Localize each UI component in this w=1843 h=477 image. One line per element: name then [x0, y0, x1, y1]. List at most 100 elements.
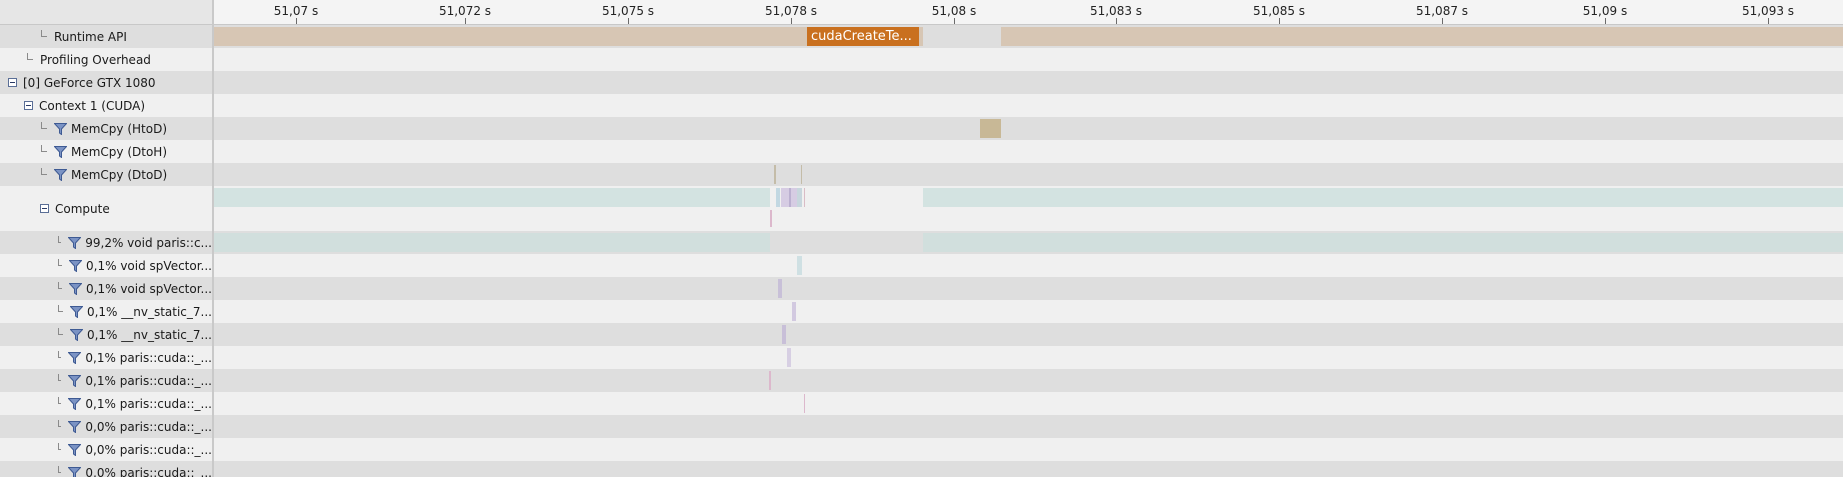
time-ruler[interactable]: 51,07 s 51,072 s 51,075 s 51,078 s 51,08…: [214, 0, 1843, 25]
tree-row-memcpy-htod[interactable]: MemCpy (HtoD): [0, 117, 212, 140]
ruler-tick-label: 51,07 s: [273, 4, 319, 18]
filter-icon[interactable]: [69, 305, 83, 318]
tree-row-kernel[interactable]: 0,0% paris::cuda::_...: [0, 461, 212, 477]
memcpy-dtod-event[interactable]: [774, 165, 776, 184]
tree-row-profiling-overhead[interactable]: Profiling Overhead: [0, 48, 212, 71]
kernel-event[interactable]: [782, 325, 786, 344]
tree-elbow-icon: [58, 236, 62, 243]
tree-elbow-icon: [58, 351, 62, 358]
timeline-row-kernel: [214, 323, 1843, 346]
filter-icon[interactable]: [69, 259, 83, 272]
tree-row-label: MemCpy (DtoH): [71, 144, 168, 159]
kernel-event[interactable]: [804, 394, 805, 413]
filter-icon[interactable]: [68, 466, 82, 477]
tree-elbow-icon: [58, 305, 63, 312]
filter-icon[interactable]: [54, 168, 67, 181]
kernel-bar[interactable]: [923, 233, 1843, 252]
runtime-api-bar[interactable]: [919, 27, 923, 46]
kernel-bar[interactable]: [214, 233, 770, 252]
filter-icon[interactable]: [68, 397, 82, 410]
memcpy-htod-event[interactable]: [980, 119, 1001, 138]
tree-row-label: Profiling Overhead: [40, 52, 151, 67]
runtime-api-bar[interactable]: [1001, 27, 1843, 46]
collapse-icon[interactable]: [24, 101, 33, 110]
ruler-tick-label: 51,083 s: [1089, 4, 1143, 18]
timeline-row-memcpy-dtoh: [214, 140, 1843, 163]
filter-icon[interactable]: [69, 328, 83, 341]
tree-row-kernel[interactable]: 0,1% paris::cuda::_...: [0, 346, 212, 369]
ruler-tick-label: 51,078 s: [764, 4, 818, 18]
tree-row-gpu[interactable]: [0] GeForce GTX 1080: [0, 71, 212, 94]
timeline-row-memcpy-dtod: [214, 163, 1843, 186]
kernel-event[interactable]: [769, 371, 771, 390]
timeline-row-gpu: [214, 71, 1843, 94]
ruler-tick-label: 51,085 s: [1252, 4, 1306, 18]
compute-event[interactable]: [797, 188, 802, 207]
tree-row-kernel[interactable]: 0,1% __nv_static_7...: [0, 300, 212, 323]
tree-row-label: 0,1% __nv_static_7...: [86, 327, 212, 342]
tree-row-kernel[interactable]: 0,1% void spVector...: [0, 254, 212, 277]
compute-event[interactable]: [789, 188, 791, 207]
tree-elbow-icon: [41, 122, 47, 129]
kernel-event[interactable]: [792, 302, 796, 321]
ruler-tick-label: 51,072 s: [438, 4, 492, 18]
compute-event[interactable]: [804, 188, 805, 207]
filter-icon[interactable]: [54, 145, 67, 158]
tree-row-label: 99,2% void paris::c...: [85, 235, 212, 250]
compute-bar[interactable]: [214, 188, 770, 207]
tree-elbow-icon: [58, 259, 63, 266]
filter-icon[interactable]: [68, 420, 82, 433]
compute-event[interactable]: [776, 188, 780, 207]
filter-icon[interactable]: [68, 443, 82, 456]
kernel-event[interactable]: [787, 348, 791, 367]
tree-elbow-icon: [58, 397, 62, 404]
tree-row-label: Compute: [55, 201, 110, 216]
collapse-icon[interactable]: [8, 78, 17, 87]
filter-icon[interactable]: [69, 282, 83, 295]
kernel-event[interactable]: [797, 256, 802, 275]
compute-event[interactable]: [770, 210, 772, 227]
timeline-row-memcpy-htod: [214, 117, 1843, 140]
ruler-tick-label: 51,087 s: [1415, 4, 1469, 18]
tree-row-kernel[interactable]: 0,0% paris::cuda::_...: [0, 415, 212, 438]
tree-elbow-icon: [58, 282, 63, 289]
memcpy-dtod-event[interactable]: [801, 165, 802, 184]
tree-elbow-icon: [58, 443, 62, 450]
tree-row-kernel[interactable]: 99,2% void paris::c...: [0, 231, 212, 254]
compute-bar[interactable]: [923, 188, 1843, 207]
timeline-row-kernel: [214, 369, 1843, 392]
filter-icon[interactable]: [68, 236, 82, 249]
timeline-row-kernel: [214, 231, 1843, 254]
tree-row-kernel[interactable]: 0,1% paris::cuda::_...: [0, 369, 212, 392]
runtime-api-call[interactable]: cudaCreateTe...: [807, 27, 919, 46]
timeline-tree: Runtime API Profiling Overhead [0] GeFor…: [0, 25, 212, 477]
tree-elbow-icon: [58, 420, 62, 427]
timeline-row-kernel: [214, 254, 1843, 277]
timeline-row-compute: [214, 186, 1843, 231]
collapse-icon[interactable]: [40, 204, 49, 213]
timeline-row-kernel: [214, 438, 1843, 461]
tree-row-memcpy-dtod[interactable]: MemCpy (DtoD): [0, 163, 212, 186]
filter-icon[interactable]: [68, 351, 82, 364]
timeline-canvas[interactable]: cudaCreateTe...: [214, 25, 1843, 477]
filter-icon[interactable]: [54, 122, 67, 135]
tree-row-kernel[interactable]: 0,1% void spVector...: [0, 277, 212, 300]
tree-row-label: 0,1% paris::cuda::_...: [85, 373, 212, 388]
tree-row-memcpy-dtoh[interactable]: MemCpy (DtoH): [0, 140, 212, 163]
tree-row-label: 0,1% paris::cuda::_...: [85, 396, 212, 411]
tree-row-label: MemCpy (DtoD): [71, 167, 168, 182]
tree-row-context[interactable]: Context 1 (CUDA): [0, 94, 212, 117]
timeline-row-context: [214, 94, 1843, 117]
tree-row-label: 0,0% paris::cuda::_...: [85, 442, 212, 457]
timeline-row-kernel: [214, 415, 1843, 438]
tree-row-runtime-api[interactable]: Runtime API: [0, 25, 212, 48]
tree-row-label: Context 1 (CUDA): [39, 98, 146, 113]
tree-row-kernel[interactable]: 0,1% paris::cuda::_...: [0, 392, 212, 415]
tree-row-compute[interactable]: Compute: [0, 186, 212, 231]
runtime-api-bar[interactable]: [214, 27, 807, 46]
tree-elbow-icon: [41, 30, 47, 37]
tree-row-kernel[interactable]: 0,1% __nv_static_7...: [0, 323, 212, 346]
tree-row-kernel[interactable]: 0,0% paris::cuda::_...: [0, 438, 212, 461]
filter-icon[interactable]: [68, 374, 82, 387]
kernel-event[interactable]: [778, 279, 782, 298]
